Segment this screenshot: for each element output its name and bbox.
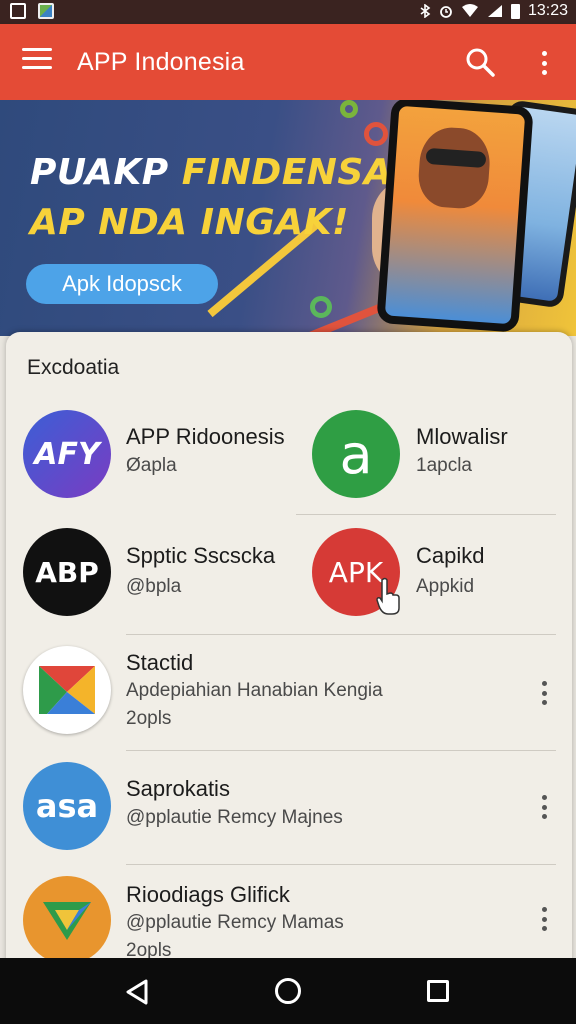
- app-name: Capikd: [416, 543, 485, 568]
- afy-app-icon: AFY: [23, 410, 111, 498]
- gallery-notification-icon: [38, 3, 54, 19]
- triangle-app-icon: [23, 876, 111, 964]
- divider: [126, 864, 556, 865]
- list-item[interactable]: Rioodiags Glifick @pplautie Remcy Mamas …: [6, 870, 572, 972]
- app-subtitle: Appkid: [416, 576, 475, 597]
- item-overflow-icon[interactable]: [534, 904, 554, 934]
- recents-square-icon[interactable]: [427, 980, 449, 1002]
- banner-headline-2: AP NDA INGAK!: [30, 202, 349, 243]
- promo-banner[interactable]: PUAKP FINDENSA AP NDA INGAK! Apk Idopsck: [0, 100, 576, 336]
- green-a-app-icon: a: [312, 410, 400, 498]
- divider: [126, 750, 556, 751]
- app-bar: APP Indonesia: [0, 24, 576, 100]
- google-maps-style-app-icon: [23, 646, 111, 734]
- app-name: Rioodiags Glifick: [126, 882, 290, 907]
- wifi-icon: [461, 4, 478, 17]
- abp-app-icon: ABP: [23, 528, 111, 616]
- app-subtitle: Øapla: [126, 455, 177, 476]
- banner-headline-1: PUAKP FINDENSA: [30, 152, 393, 193]
- decorative-ring: [310, 296, 332, 318]
- asa-app-icon: asa: [23, 762, 111, 850]
- back-triangle-icon[interactable]: [124, 978, 152, 1006]
- app-name: APP Ridoonesis: [126, 424, 285, 449]
- status-time: 13:23: [527, 2, 568, 19]
- bluetooth-icon: [420, 4, 431, 18]
- app-size: 2opls: [126, 708, 172, 729]
- app-tile[interactable]: ABP Spptic Sscscka @bpla: [6, 524, 286, 634]
- item-overflow-icon[interactable]: [534, 678, 554, 708]
- apps-section-card: Excdoatia AFY APP Ridoonesis Øapla a Mlo…: [6, 332, 572, 972]
- app-tile[interactable]: a Mlowalisr 1apcla: [296, 402, 566, 512]
- notification-square-icon: [10, 3, 26, 19]
- decorative-ring: [364, 122, 388, 146]
- app-tile[interactable]: AFY APP Ridoonesis Øapla: [6, 402, 286, 512]
- signal-icon: [487, 5, 502, 17]
- app-subtitle: @bpla: [126, 576, 182, 597]
- status-bar: 13:23: [0, 0, 576, 24]
- search-icon[interactable]: [464, 46, 496, 78]
- battery-icon: [510, 3, 520, 19]
- app-subtitle: Apdepiahian Hanabian Kengia: [126, 680, 383, 701]
- divider: [296, 514, 556, 515]
- list-item[interactable]: Stactid Apdepiahian Hanabian Kengia 2opl…: [6, 640, 572, 750]
- app-title: APP Indonesia: [77, 48, 245, 76]
- app-subtitle: 1apcla: [416, 455, 472, 476]
- item-overflow-icon[interactable]: [534, 792, 554, 822]
- hamburger-menu-icon[interactable]: [22, 48, 52, 74]
- app-tile[interactable]: APK Capikd Appkid: [296, 524, 566, 634]
- pointer-hand-icon: [376, 577, 400, 615]
- home-circle-icon[interactable]: [275, 978, 301, 1004]
- app-name: Mlowalisr: [416, 424, 508, 449]
- app-name: Spptic Sscscka: [126, 543, 276, 568]
- app-subtitle: @pplautie Remcy Mamas: [126, 912, 344, 933]
- cartoon-character: [416, 125, 492, 211]
- decorative-ring: [340, 100, 358, 118]
- list-item[interactable]: asa Saprokatis @pplautie Remcy Majnes: [6, 756, 572, 862]
- overflow-menu-icon[interactable]: [532, 48, 556, 78]
- app-subtitle: @pplautie Remcy Majnes: [126, 807, 343, 828]
- app-name: Saprokatis: [126, 776, 230, 801]
- system-nav-bar: [0, 958, 576, 1024]
- divider: [126, 634, 556, 635]
- phone-illustration: [376, 100, 534, 333]
- app-name: Stactid: [126, 650, 194, 675]
- section-title: Excdoatia: [27, 356, 120, 379]
- banner-cta-button[interactable]: Apk Idopsck: [26, 264, 218, 304]
- alarm-icon: [440, 6, 452, 18]
